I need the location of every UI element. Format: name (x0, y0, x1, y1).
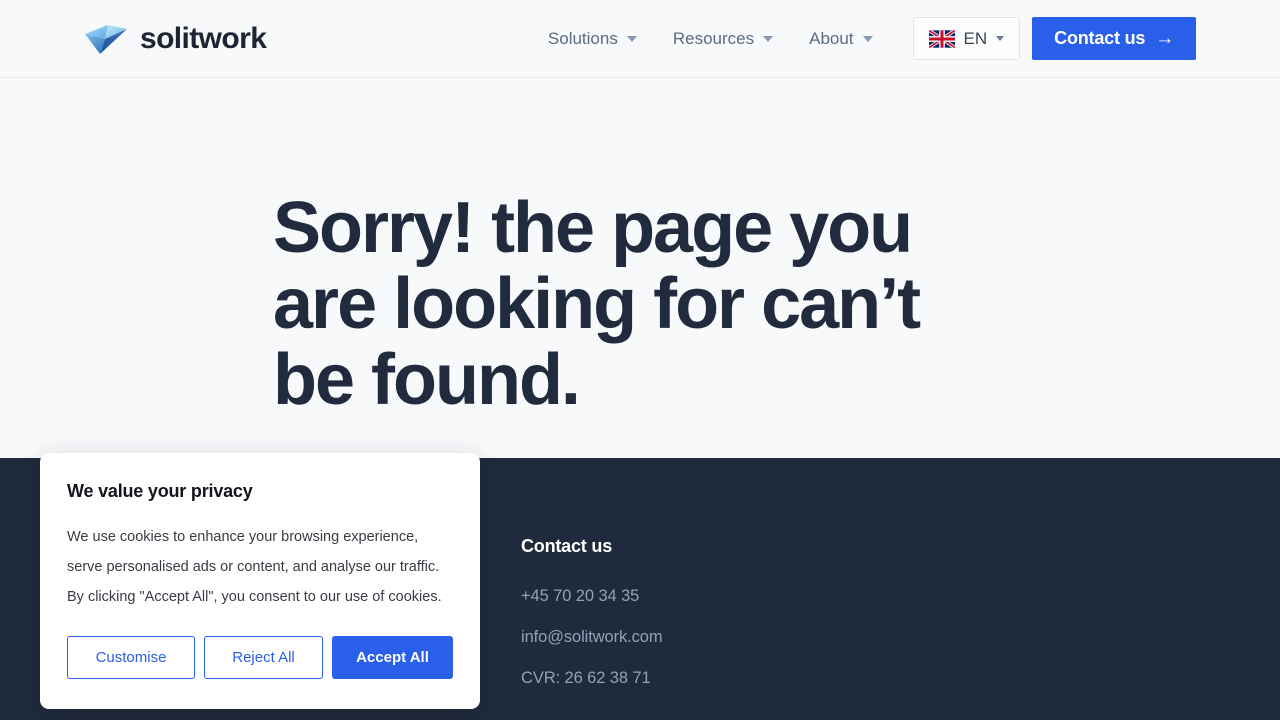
nav-item-label: Solutions (547, 28, 618, 48)
arrow-right-icon: → (1155, 28, 1174, 49)
cookie-dialog-title: We value your privacy (67, 481, 253, 501)
chevron-down-icon (862, 35, 873, 42)
nav-item-about[interactable]: About (791, 29, 890, 49)
cookie-dialog-actions: Customise Reject All Accept All (67, 636, 453, 679)
nav-item-resources[interactable]: Resources (655, 29, 791, 49)
customise-cookies-button[interactable]: Customise (67, 636, 195, 679)
accept-all-cookies-button[interactable]: Accept All (332, 636, 453, 679)
footer-contact-heading: Contact us (521, 536, 613, 556)
reject-all-cookies-button[interactable]: Reject All (204, 636, 323, 679)
contact-us-label: Contact us (1054, 28, 1146, 48)
brand-name: solitwork (140, 21, 267, 55)
footer-phone-link[interactable]: +45 70 20 34 35 (521, 587, 1196, 606)
hero-section: Sorry! the page you are looking for can’… (0, 78, 1280, 418)
nav-item-solutions[interactable]: Solutions (530, 29, 655, 49)
language-code: EN (963, 28, 988, 48)
footer-cvr-text: CVR: 26 62 38 71 (521, 669, 651, 687)
footer-email-link[interactable]: info@solitwork.com (521, 628, 1196, 647)
page-title: Sorry! the page you are looking for can’… (273, 188, 921, 420)
paper-plane-logo-icon (84, 20, 128, 58)
nav-item-label: About (809, 28, 854, 48)
nav-item-label: Resources (672, 28, 755, 48)
chevron-down-icon (763, 35, 774, 42)
contact-us-button[interactable]: Contact us → (1032, 17, 1196, 60)
footer-contact-column: Contact us +45 70 20 34 35 info@solitwor… (521, 536, 1196, 688)
cookie-dialog-body: We use cookies to enhance your browsing … (67, 529, 442, 605)
primary-navigation: Solutions Resources About EN Contact us … (530, 17, 1196, 60)
uk-flag-icon (928, 29, 955, 48)
brand-logo[interactable]: solitwork (84, 20, 267, 58)
chevron-down-icon (996, 36, 1005, 41)
language-selector[interactable]: EN (912, 17, 1021, 60)
chevron-down-icon (626, 35, 637, 42)
site-header: solitwork Solutions Resources About EN C… (0, 0, 1280, 78)
cookie-consent-dialog: We value your privacy We use cookies to … (40, 453, 480, 709)
